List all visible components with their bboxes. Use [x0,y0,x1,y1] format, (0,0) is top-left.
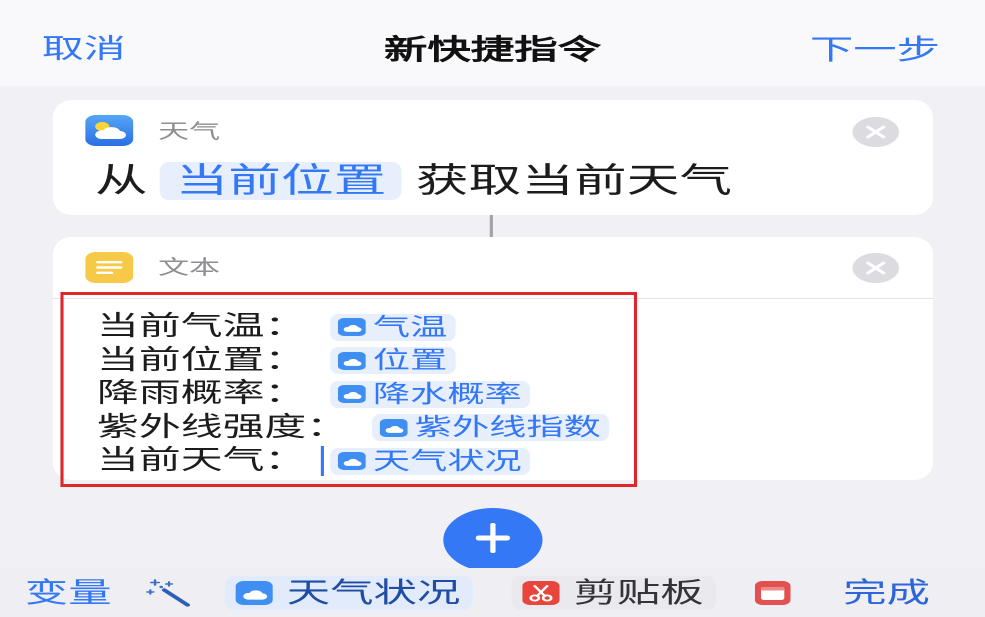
weather-action-summary: 从 当前位置 获取当前天气 [95,162,732,200]
weather-icon [84,115,133,146]
suggestion-weather-condition[interactable]: 天气状况 [224,576,473,610]
done-button[interactable]: 完成 [843,576,930,610]
cancel-button[interactable]: 取消 [42,34,126,66]
add-action-button[interactable] [443,508,543,572]
weather-action-card[interactable]: 天气 从 当前位置 获取当前天气 [51,100,933,215]
variables-button[interactable]: 变量 [25,576,112,610]
scissors-icon [522,581,560,605]
navigation-bar: 取消 新快捷指令 下一步 [0,0,985,86]
text-icon [84,252,133,283]
page-title: 新快捷指令 [384,33,602,66]
remove-action-button[interactable] [852,253,900,283]
action-connector-line [489,215,493,237]
suggestion-clipboard[interactable]: 剪贴板 [511,576,717,610]
weather-icon [235,581,273,605]
next-button[interactable]: 下一步 [810,34,940,66]
action-app-name: 文本 [158,255,221,279]
suggestion-label: 剪贴板 [573,576,704,609]
magic-wand-icon[interactable] [145,578,191,608]
action-prefix: 从 [95,161,148,201]
close-icon[interactable] [852,253,900,283]
suggestion-label: 天气状况 [286,576,461,609]
shortcut-editor-screen: 取消 新快捷指令 下一步 天气 从 当前位置 获取当前天气 文本 当前气温： 气… [0,0,985,617]
plus-icon[interactable] [443,508,542,572]
highlight-annotation [59,292,638,487]
close-icon[interactable] [852,117,900,147]
remove-action-button[interactable] [852,117,900,147]
location-parameter-token[interactable]: 当前位置 [160,162,402,200]
action-app-name: 天气 [158,119,221,143]
keyboard-toolbar: 变量 天气状况 剪贴板 完成 [0,568,985,617]
calendar-icon[interactable] [754,581,791,605]
action-suffix: 获取当前天气 [415,161,733,201]
